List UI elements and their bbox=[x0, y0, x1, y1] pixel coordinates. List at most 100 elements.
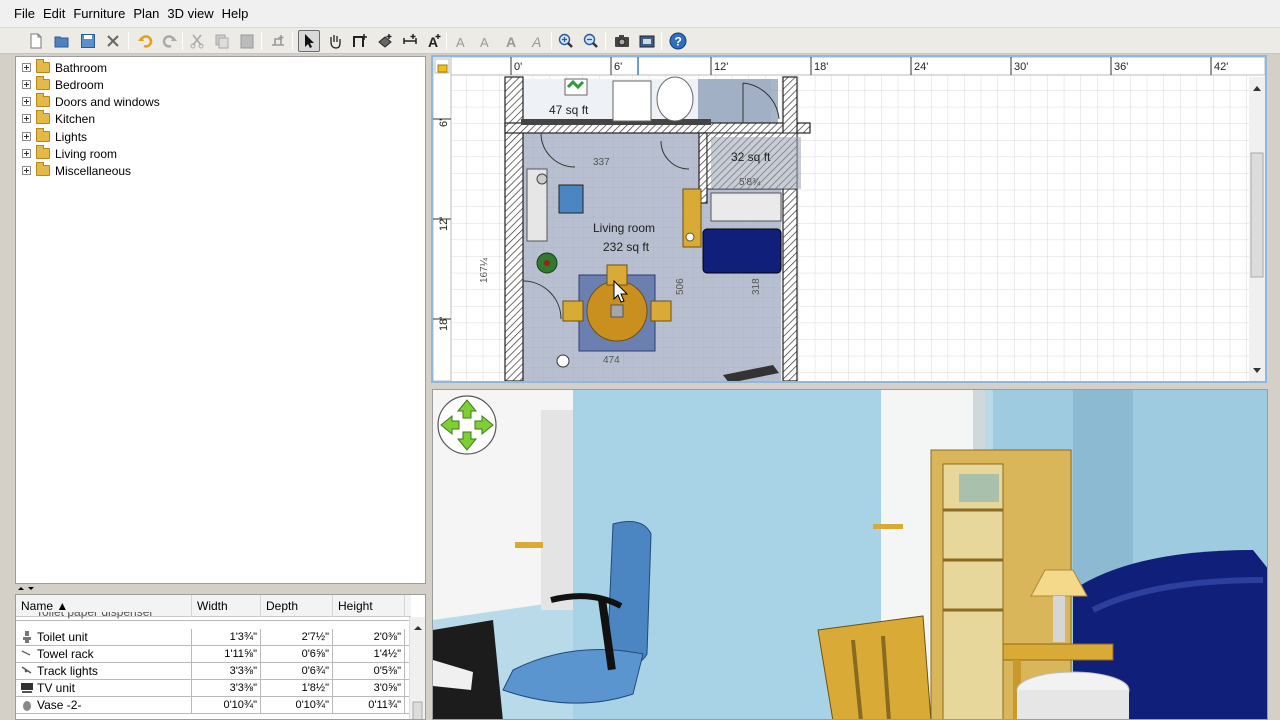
dimension-label: 506 bbox=[675, 278, 686, 295]
pan-icon[interactable] bbox=[324, 30, 346, 52]
cell-depth: 0'6¾" bbox=[261, 663, 333, 680]
menu-edit[interactable]: Edit bbox=[40, 6, 68, 21]
cell-name: Toilet paper dispenser bbox=[36, 612, 154, 619]
cell-depth: 2'7½" bbox=[261, 629, 333, 646]
add-text-icon[interactable]: A bbox=[423, 30, 445, 52]
select-icon[interactable] bbox=[298, 30, 320, 52]
toolbar: A A A A A ? bbox=[0, 28, 1280, 54]
cut-tool-icon[interactable] bbox=[102, 30, 124, 52]
splitter-arrows-icon[interactable] bbox=[15, 584, 45, 594]
ruler-label: 24' bbox=[914, 61, 928, 73]
expand-icon[interactable] bbox=[22, 166, 31, 175]
redo-icon[interactable] bbox=[159, 30, 181, 52]
tree-item-label: Lights bbox=[55, 129, 88, 144]
svg-text:A: A bbox=[480, 35, 489, 49]
3d-view[interactable] bbox=[432, 389, 1268, 720]
room-area-label: 47 sq ft bbox=[549, 103, 589, 117]
expand-icon[interactable] bbox=[22, 132, 31, 141]
towel-rack-icon bbox=[21, 648, 33, 663]
menu-bar: File Edit Furniture Plan 3D view Help bbox=[0, 0, 1280, 28]
tree-item-kitchen[interactable]: Kitchen bbox=[16, 110, 95, 127]
toilet-icon bbox=[21, 630, 33, 647]
cell-width: 1'3¾" bbox=[192, 629, 261, 646]
add-furniture-icon[interactable] bbox=[267, 30, 289, 52]
cut-icon[interactable] bbox=[186, 30, 208, 52]
cell-width: 3'3⅜" bbox=[192, 663, 261, 680]
tree-item-doors-and-windows[interactable]: Doors and windows bbox=[16, 93, 160, 110]
menu-furniture[interactable]: Furniture bbox=[70, 6, 128, 21]
dimension-label: 318 bbox=[751, 278, 762, 295]
table-row[interactable]: TV unit 3'3⅜" 1'8½" 3'0⅝" bbox=[16, 680, 411, 697]
create-photo-icon[interactable] bbox=[611, 30, 633, 52]
3d-scene[interactable] bbox=[433, 390, 1268, 720]
menu-3d-view[interactable]: 3D view bbox=[164, 6, 216, 21]
furniture-list[interactable]: Name ▲ Width Depth Height Toilet paper d… bbox=[15, 594, 426, 720]
cell-height: 1'4½" bbox=[333, 646, 405, 663]
ruler-label: 6' bbox=[438, 119, 450, 127]
track-lights-icon bbox=[21, 665, 33, 680]
plan-scrollbar-thumb[interactable] bbox=[1250, 152, 1264, 278]
expand-icon[interactable] bbox=[22, 80, 31, 89]
increase-text-icon[interactable]: A bbox=[476, 30, 498, 52]
furniture-catalog-tree[interactable]: Bathroom Bedroom Doors and windows Kitch… bbox=[15, 56, 426, 584]
table-row[interactable]: Track lights 3'3⅜" 0'6¾" 0'5⅜" bbox=[16, 663, 411, 680]
tree-item-label: Doors and windows bbox=[55, 94, 160, 109]
tree-item-bedroom[interactable]: Bedroom bbox=[16, 76, 104, 93]
ruler-label: 30' bbox=[1014, 61, 1028, 73]
table-row[interactable]: Towel rack 1'11⅝" 0'6⅝" 1'4½" bbox=[16, 646, 411, 663]
dimension-label: 5'8¾ bbox=[739, 177, 761, 188]
expand-icon[interactable] bbox=[22, 97, 31, 106]
plan-view[interactable]: 0' 6' 12' 18' 24' 30' 36' 42' 6' 12' 18' bbox=[431, 55, 1267, 383]
floor-plan-canvas[interactable]: 0' 6' 12' 18' 24' 30' 36' 42' 6' 12' 18' bbox=[433, 57, 1265, 381]
expand-icon[interactable] bbox=[22, 114, 31, 123]
expand-icon[interactable] bbox=[22, 149, 31, 158]
tree-item-lights[interactable]: Lights bbox=[16, 128, 87, 145]
folder-icon bbox=[36, 145, 50, 159]
table-row[interactable]: Toilet unit 1'3¾" 2'7½" 2'0⅜" bbox=[16, 629, 411, 646]
scroll-arrows-icon[interactable] bbox=[410, 617, 425, 720]
vase-icon bbox=[21, 698, 33, 715]
tree-item-living-room[interactable]: Living room bbox=[16, 145, 117, 162]
menu-file[interactable]: File bbox=[11, 6, 38, 21]
new-icon[interactable] bbox=[25, 30, 47, 52]
open-icon[interactable] bbox=[51, 30, 73, 52]
copy-icon[interactable] bbox=[211, 30, 233, 52]
dimension-label: 167¼ bbox=[478, 257, 490, 283]
create-walls-icon[interactable] bbox=[349, 30, 371, 52]
bold-icon[interactable]: A bbox=[501, 30, 523, 52]
folder-icon bbox=[36, 59, 50, 73]
tree-item-label: Living room bbox=[55, 146, 118, 161]
create-rooms-icon[interactable] bbox=[374, 30, 396, 52]
tree-item-bathroom[interactable]: Bathroom bbox=[16, 59, 107, 76]
italic-icon[interactable]: A bbox=[526, 30, 548, 52]
create-dimensions-icon[interactable] bbox=[399, 30, 421, 52]
zoom-in-icon[interactable] bbox=[555, 30, 577, 52]
cell-name: TV unit bbox=[37, 680, 192, 697]
menu-plan[interactable]: Plan bbox=[130, 6, 162, 21]
cell-depth: 1'8½" bbox=[261, 680, 333, 697]
table-row[interactable]: Toilet paper dispenser bbox=[16, 612, 411, 621]
text-style-icon[interactable]: A bbox=[451, 30, 473, 52]
help-icon[interactable]: ? bbox=[667, 30, 689, 52]
catalog-splitter[interactable] bbox=[15, 584, 426, 594]
cell-height: 0'11¾" bbox=[333, 697, 405, 714]
table-row[interactable]: Vase -2- 0'10¾" 0'10¾" 0'11¾" bbox=[16, 697, 411, 714]
tree-item-miscellaneous[interactable]: Miscellaneous bbox=[16, 162, 131, 179]
furniture-list-scrollbar[interactable] bbox=[409, 617, 425, 720]
paste-icon[interactable] bbox=[236, 30, 258, 52]
cell-width: 0'10¾" bbox=[192, 697, 261, 714]
cell-width: 3'3⅜" bbox=[192, 680, 261, 697]
ruler-label: 6' bbox=[614, 61, 622, 73]
cell-depth: 0'6⅝" bbox=[261, 646, 333, 663]
save-icon[interactable] bbox=[77, 30, 99, 52]
folder-icon bbox=[36, 128, 50, 142]
ruler-label: 12' bbox=[438, 217, 450, 231]
cell-name: Toilet unit bbox=[37, 629, 192, 646]
cell-name: Vase -2- bbox=[37, 697, 192, 714]
expand-icon[interactable] bbox=[22, 63, 31, 72]
tv-unit-icon bbox=[20, 682, 34, 697]
undo-icon[interactable] bbox=[134, 30, 156, 52]
zoom-out-icon[interactable] bbox=[580, 30, 602, 52]
menu-help[interactable]: Help bbox=[219, 6, 252, 21]
create-video-icon[interactable] bbox=[636, 30, 658, 52]
